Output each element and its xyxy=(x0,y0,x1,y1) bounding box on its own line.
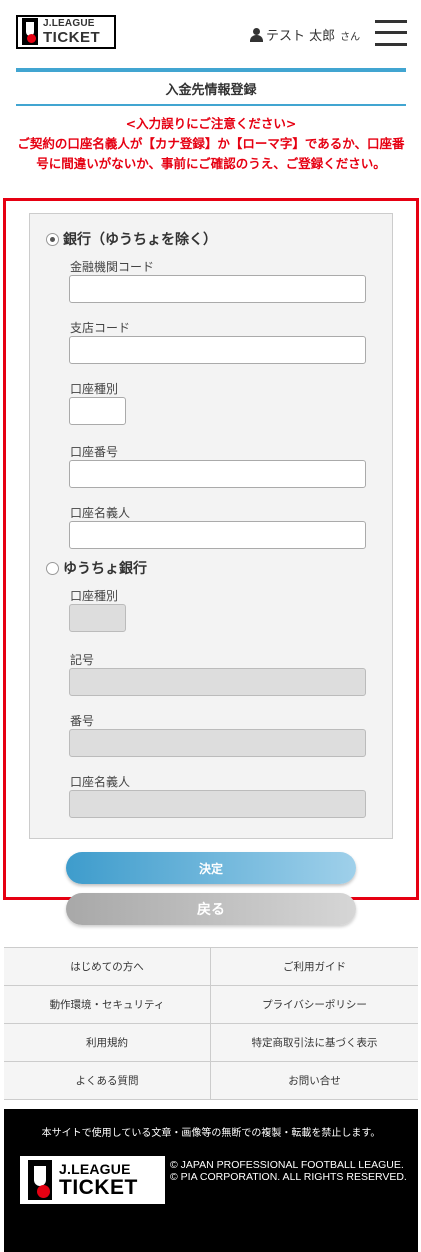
footer-link-row: 動作環境・セキュリティ プライバシーポリシー xyxy=(4,986,418,1024)
yucho-account-holder-input[interactable] xyxy=(69,790,366,818)
link-environment-security[interactable]: 動作環境・セキュリティ xyxy=(4,986,211,1023)
link-contact[interactable]: お問い合せ xyxy=(211,1062,418,1099)
radio-yucho-indicator[interactable] xyxy=(46,561,59,575)
footer-link-row: よくある質問 お問い合せ xyxy=(4,1062,418,1100)
footer-jleague-logo-icon xyxy=(26,1159,56,1201)
yucho-symbol-label: 記号 xyxy=(70,653,95,667)
user-icon xyxy=(250,28,263,42)
header: J.LEAGUE TICKET テスト 太郎 さん xyxy=(0,0,421,64)
yucho-account-type-select[interactable] xyxy=(69,604,126,632)
yucho-account-type-label: 口座種別 xyxy=(70,589,119,603)
jleague-logo-icon xyxy=(20,17,40,47)
institution-code-label: 金融機関コード xyxy=(70,260,155,274)
user-suffix: さん xyxy=(340,32,361,43)
footer: 本サイトで使用している文章・画像等の無断での複製・転載を禁止します。 J.LEA… xyxy=(4,1109,418,1252)
branch-code-label: 支店コード xyxy=(70,321,131,335)
footer-links: はじめての方へ ご利用ガイド 動作環境・セキュリティ プライバシーポリシー 利用… xyxy=(4,947,418,1100)
jleague-ticket-logo[interactable]: J.LEAGUE TICKET xyxy=(16,15,116,49)
link-commercial-law[interactable]: 特定商取引法に基づく表示 xyxy=(211,1024,418,1061)
bank-account-number-label: 口座番号 xyxy=(70,445,119,459)
page-title: 入金先情報登録 xyxy=(16,68,406,106)
copyright-jleague: © JAPAN PROFESSIONAL FOOTBALL LEAGUE. xyxy=(170,1159,404,1171)
footer-link-row: 利用規約 特定商取引法に基づく表示 xyxy=(4,1024,418,1062)
link-faq[interactable]: よくある質問 xyxy=(4,1062,211,1099)
hamburger-menu-icon[interactable] xyxy=(375,18,407,48)
logo-text-bottom: TICKET xyxy=(43,29,101,46)
yucho-symbol-input[interactable] xyxy=(69,668,366,696)
notice-heading: <入力誤りにご注意ください> xyxy=(125,116,297,131)
link-privacy-policy[interactable]: プライバシーポリシー xyxy=(211,986,418,1023)
copyright-text: © JAPAN PROFESSIONAL FOOTBALL LEAGUE. © … xyxy=(170,1159,410,1183)
input-warning-notice: <入力誤りにご注意ください> ご契約の口座名義人が【カナ登録】か【ローマ字】であ… xyxy=(16,114,406,174)
submit-button[interactable]: 決定 xyxy=(66,852,356,884)
bank-account-holder-input[interactable] xyxy=(69,521,366,549)
bank-account-number-input[interactable] xyxy=(69,460,366,488)
link-usage-guide[interactable]: ご利用ガイド xyxy=(211,948,418,985)
footer-link-row: はじめての方へ ご利用ガイド xyxy=(4,948,418,986)
radio-bank[interactable]: 銀行（ゆうちょを除く） xyxy=(46,229,217,249)
institution-code-input[interactable] xyxy=(69,275,366,303)
radio-yucho-label: ゆうちょ銀行 xyxy=(63,561,147,577)
footer-logo-text-top: J.LEAGUE xyxy=(59,1161,131,1177)
back-button[interactable]: 戻る xyxy=(66,893,356,925)
bank-account-type-label: 口座種別 xyxy=(70,382,119,396)
radio-bank-indicator[interactable] xyxy=(46,232,59,246)
footer-logo[interactable]: J.LEAGUE TICKET xyxy=(20,1156,165,1204)
footer-logo-text-bottom: TICKET xyxy=(59,1176,138,1199)
copyright-note: 本サイトで使用している文章・画像等の無断での複製・転載を禁止します。 xyxy=(41,1128,381,1139)
yucho-number-label: 番号 xyxy=(70,714,95,728)
radio-yucho[interactable]: ゆうちょ銀行 xyxy=(46,558,147,578)
copyright-pia: © PIA CORPORATION. ALL RIGHTS RESERVED. xyxy=(170,1171,407,1183)
link-terms[interactable]: 利用規約 xyxy=(4,1024,211,1061)
bank-account-type-select[interactable] xyxy=(69,397,126,425)
radio-bank-label: 銀行（ゆうちょを除く） xyxy=(63,232,217,248)
yucho-number-input[interactable] xyxy=(69,729,366,757)
logo-text-top: J.LEAGUE xyxy=(43,18,95,29)
notice-body: ご契約の口座名義人が【カナ登録】か【ローマ字】であるか、口座番号に間違いがないか… xyxy=(17,136,405,171)
link-first-time[interactable]: はじめての方へ xyxy=(4,948,211,985)
branch-code-input[interactable] xyxy=(69,336,366,364)
yucho-account-holder-label: 口座名義人 xyxy=(70,775,131,789)
bank-account-holder-label: 口座名義人 xyxy=(70,506,131,520)
user-name: テスト 太郎 xyxy=(266,29,336,44)
user-greeting: テスト 太郎 さん xyxy=(250,25,360,44)
